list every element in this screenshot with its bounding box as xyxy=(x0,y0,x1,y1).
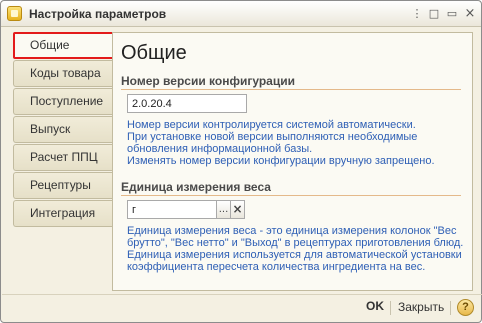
weight-info-line: брутто", "Вес нетто" и "Выход" в рецепту… xyxy=(127,237,464,249)
section-divider xyxy=(121,195,461,196)
footer-separator xyxy=(390,301,391,315)
settings-window: Настройка параметров ⋮ □ ▭ × Общие Коды … xyxy=(0,0,482,323)
close-button[interactable]: Закрыть xyxy=(398,300,444,314)
tab-recipes[interactable]: Рецептуры xyxy=(13,172,113,199)
version-field[interactable]: 2.0.20.4 xyxy=(127,94,247,113)
version-info-line: При установке новой версии выполняются н… xyxy=(127,131,418,143)
weight-info-line: Единица измерения используется для автом… xyxy=(127,249,462,261)
tab-integration[interactable]: Интеграция xyxy=(13,200,113,227)
version-info-line: обновления информационной базы. xyxy=(127,143,313,155)
weight-info-line: Единица измерения веса - это единица изм… xyxy=(127,225,457,237)
weight-info-line: коэффициента пересчета количества ингред… xyxy=(127,261,426,273)
tab-receipt[interactable]: Поступление xyxy=(13,88,113,115)
more-icon[interactable]: ⋮ xyxy=(409,6,425,22)
tab-product-codes[interactable]: Коды товара xyxy=(13,60,113,87)
version-section-title: Номер версии конфигурации xyxy=(121,74,295,88)
tab-output[interactable]: Выпуск xyxy=(13,116,113,143)
window-title: Настройка параметров xyxy=(29,7,167,21)
select-unit-button[interactable]: ... xyxy=(216,200,231,219)
weight-unit-field[interactable]: г xyxy=(127,200,217,219)
tab-ppc-calculation[interactable]: Расчет ППЦ xyxy=(13,144,113,171)
footer-divider xyxy=(2,294,482,295)
weight-section-title: Единица измерения веса xyxy=(121,180,271,194)
footer-separator xyxy=(450,301,451,315)
maximize-icon[interactable]: ▭ xyxy=(444,6,460,22)
close-icon[interactable]: × xyxy=(462,6,478,22)
minimize-icon[interactable]: □ xyxy=(426,6,442,22)
clear-unit-button[interactable]: × xyxy=(230,200,245,219)
page-title: Общие xyxy=(121,42,187,64)
section-divider xyxy=(121,89,461,90)
version-info-line: Изменять номер версии конфигурации вручн… xyxy=(127,155,435,167)
tab-general[interactable]: Общие xyxy=(13,32,115,59)
app-icon xyxy=(7,6,22,21)
general-panel: Общие Номер версии конфигурации 2.0.20.4… xyxy=(112,32,473,291)
version-info-line: Номер версии контролируется системой авт… xyxy=(127,119,416,131)
title-bar: Настройка параметров ⋮ □ ▭ × xyxy=(1,1,481,27)
settings-tabs: Общие Коды товара Поступление Выпуск Рас… xyxy=(13,32,115,228)
ok-button[interactable]: OK xyxy=(366,299,384,313)
help-icon[interactable]: ? xyxy=(457,299,474,316)
